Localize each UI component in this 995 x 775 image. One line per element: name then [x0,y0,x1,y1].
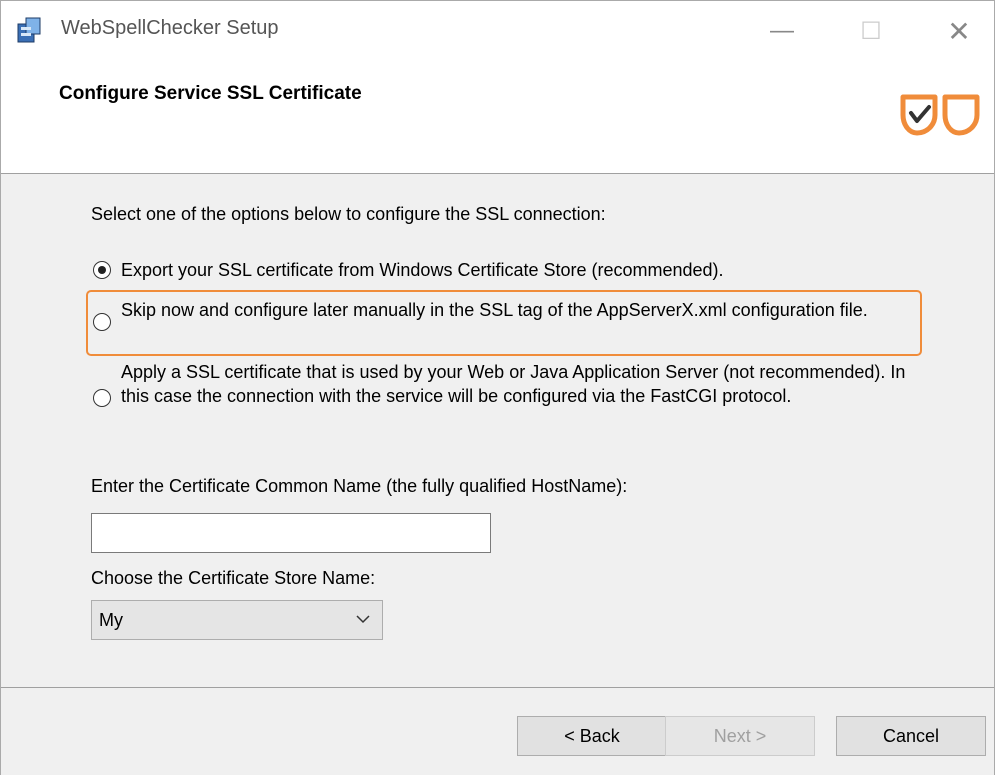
content-area: Select one of the options below to confi… [1,174,994,686]
option-label: Export your SSL certificate from Windows… [121,260,724,280]
title-bar: WebSpellChecker Setup — ☐ ✕ [1,1,994,63]
close-button[interactable]: ✕ [934,11,984,51]
minimize-button[interactable]: — [757,11,807,51]
installer-icon [17,17,41,43]
radio-button[interactable] [93,389,111,407]
common-name-label: Enter the Certificate Common Name (the f… [91,476,628,496]
page-title: Configure Service SSL Certificate [59,83,362,104]
radio-button[interactable] [93,313,111,331]
common-name-input[interactable] [91,513,491,553]
option-apply-server-certificate[interactable]: Apply a SSL certificate that is used by … [93,360,913,408]
option-export-certificate[interactable]: Export your SSL certificate from Windows… [93,258,724,282]
store-name-value: My [99,609,123,630]
option-skip-configure-later[interactable]: Skip now and configure later manually in… [93,298,893,331]
radio-button-selected[interactable] [93,261,111,279]
chevron-down-icon [356,615,370,624]
webspellchecker-logo [900,94,980,136]
store-name-dropdown[interactable]: My [91,600,383,640]
option-label: Skip now and configure later manually in… [121,300,868,320]
footer-bar: < Back Next > Cancel [1,687,994,775]
option-label: Apply a SSL certificate that is used by … [121,362,906,406]
cancel-button[interactable]: Cancel [836,716,986,756]
page-header: Configure Service SSL Certificate [1,63,994,174]
back-button[interactable]: < Back [517,716,667,756]
setup-window: WebSpellChecker Setup — ☐ ✕ Configure Se… [0,0,995,775]
window-title: WebSpellChecker Setup [61,17,279,39]
maximize-button[interactable]: ☐ [846,11,896,51]
intro-text: Select one of the options below to confi… [91,204,606,224]
store-name-label: Choose the Certificate Store Name: [91,568,376,588]
next-button[interactable]: Next > [665,716,815,756]
